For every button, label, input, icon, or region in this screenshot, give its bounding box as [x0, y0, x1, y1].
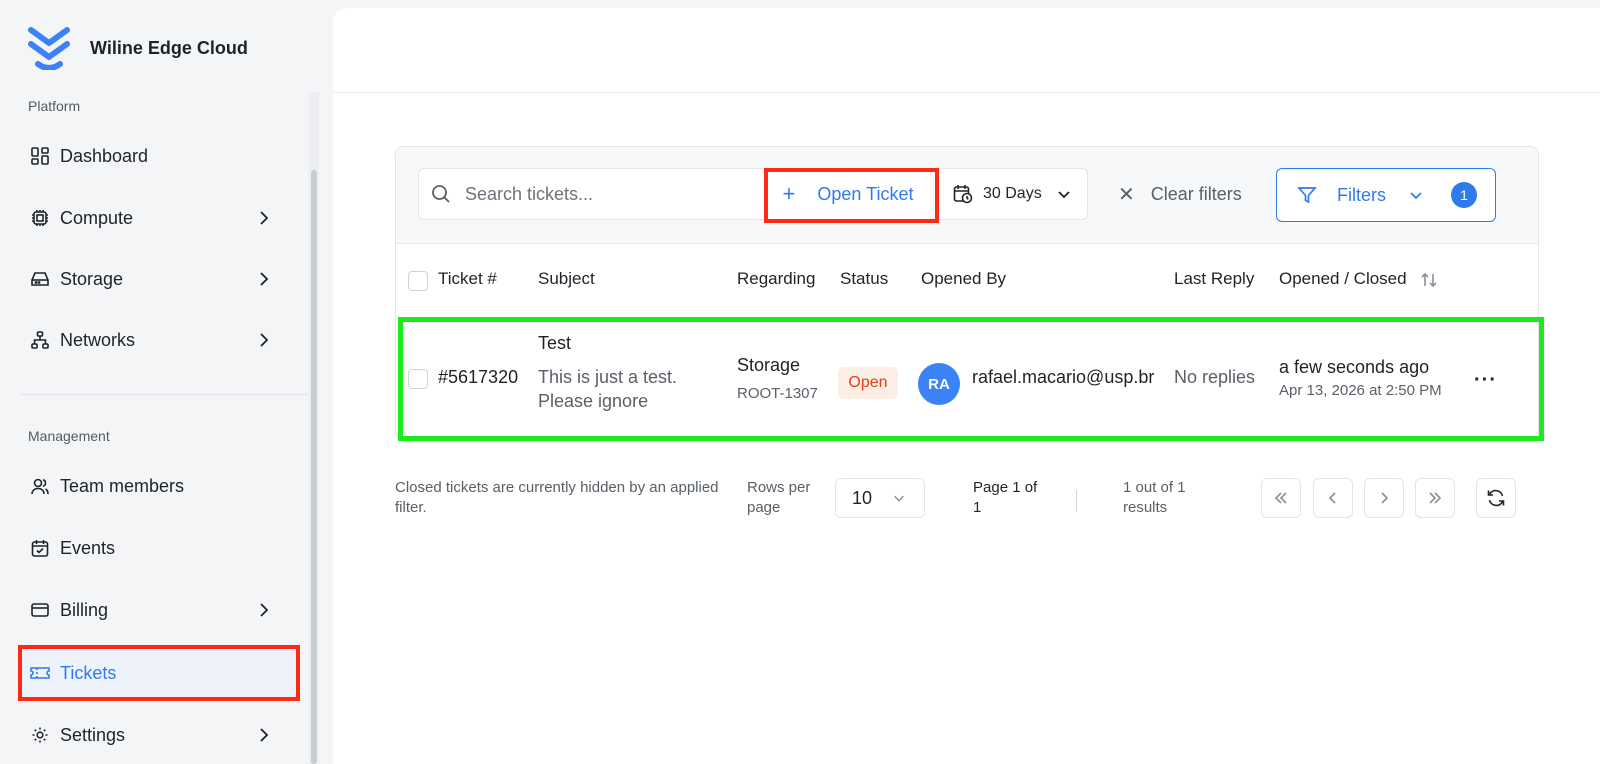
- close-icon: ✕: [1118, 183, 1135, 206]
- filters-count-badge: 1: [1451, 182, 1477, 208]
- search-icon: [432, 185, 450, 203]
- rows-per-page-label: Rows per page: [747, 478, 810, 518]
- sidebar-item-team-members[interactable]: Team members: [20, 461, 300, 511]
- sidebar-divider: [20, 394, 308, 395]
- highlight-ticket-row: [398, 317, 1544, 441]
- sidebar-item-dashboard[interactable]: Dashboard: [20, 131, 300, 181]
- calendar-check-icon: [30, 538, 50, 558]
- last-page-button[interactable]: [1415, 478, 1455, 518]
- table-header: Ticket # Subject Regarding Status Opened…: [396, 243, 1538, 317]
- date-range-select[interactable]: 30 Days: [936, 168, 1088, 220]
- hidden-tickets-note-line-1: Closed tickets are currently hidden by a…: [395, 479, 719, 496]
- sidebar-item-label: Settings: [60, 724, 126, 745]
- sidebar-item-label: Billing: [60, 599, 109, 620]
- sidebar-item-storage[interactable]: Storage: [20, 254, 300, 304]
- credit-card-icon: [30, 600, 50, 620]
- users-icon: [30, 476, 50, 496]
- sidebar-item-compute[interactable]: Compute: [20, 193, 300, 243]
- highlight-open-ticket: [764, 168, 939, 223]
- header-opened-closed-label: Opened / Closed: [1279, 269, 1407, 288]
- header-opened-closed[interactable]: Opened / Closed: [1279, 269, 1439, 290]
- filters-button[interactable]: Filters 1: [1276, 168, 1496, 222]
- results-count-line-1: 1 out of 1: [1123, 479, 1186, 496]
- network-icon: [30, 330, 50, 350]
- gear-icon: [30, 725, 50, 745]
- chevron-right-icon: [260, 603, 269, 617]
- brand-name: Wiline Edge Cloud: [90, 37, 248, 58]
- filters-label: Filters: [1337, 184, 1386, 205]
- search-box: [418, 168, 774, 220]
- sidebar-item-label: Compute: [60, 207, 134, 228]
- chevron-right-icon: [1381, 492, 1389, 504]
- highlight-tickets-nav: [18, 645, 300, 701]
- hard-drive-icon: [30, 269, 50, 289]
- header-last-reply: Last Reply: [1174, 269, 1255, 288]
- page-indicator: Page 1 of 1: [973, 478, 1037, 518]
- cpu-icon: [30, 208, 50, 228]
- clear-filters-label: Clear filters: [1150, 183, 1242, 204]
- pagination-separator: [1076, 490, 1077, 512]
- management-section-label: Management: [28, 428, 110, 444]
- sidebar-scrollbar-thumb[interactable]: [311, 170, 317, 764]
- search-input[interactable]: [463, 182, 757, 206]
- hidden-tickets-note: Closed tickets are currently hidden by a…: [395, 478, 719, 518]
- sidebar-item-label: Networks: [60, 329, 136, 350]
- header-opened-by: Opened By: [921, 269, 1007, 288]
- wiline-logo-icon: [28, 27, 70, 70]
- results-count: 1 out of 1 results: [1123, 478, 1186, 518]
- platform-section-label: Platform: [28, 98, 81, 114]
- page-indicator-line-2: 1: [973, 499, 982, 516]
- hidden-tickets-note-line-2: filter.: [395, 499, 427, 516]
- filter-icon: [1297, 187, 1317, 204]
- sidebar-item-events[interactable]: Events: [20, 523, 300, 573]
- header-subject: Subject: [538, 269, 595, 288]
- header-status: Status: [840, 269, 889, 288]
- header-ticket: Ticket #: [438, 269, 497, 288]
- sidebar-item-networks[interactable]: Networks: [20, 315, 300, 365]
- rows-per-page-label-line-1: Rows per: [747, 479, 811, 496]
- page-indicator-line-1: Page 1 of: [973, 479, 1038, 496]
- sidebar-item-label: Events: [60, 537, 116, 558]
- chevron-down-icon: [1410, 192, 1422, 200]
- select-all-checkbox[interactable]: [408, 271, 428, 291]
- chevrons-left-icon: [1274, 492, 1287, 504]
- rows-per-page-value: 10: [852, 487, 873, 508]
- calendar-clock-icon: [953, 185, 973, 204]
- rows-per-page-select[interactable]: 10: [835, 478, 925, 518]
- sidebar-item-label: Team members: [60, 475, 185, 496]
- chevron-right-icon: [260, 272, 269, 286]
- sort-icon: [1421, 272, 1437, 287]
- chevrons-right-icon: [1429, 492, 1442, 504]
- sidebar-item-label: Dashboard: [60, 145, 149, 166]
- tickets-toolbar: + Open Ticket 30 Days ✕ Clear filters Fi…: [396, 147, 1538, 244]
- sidebar-item-label: Storage: [60, 268, 124, 289]
- refresh-button[interactable]: [1476, 478, 1516, 518]
- chevron-down-icon: [894, 495, 904, 502]
- previous-page-button[interactable]: [1313, 478, 1353, 518]
- header-regarding: Regarding: [737, 269, 816, 288]
- first-page-button[interactable]: [1261, 478, 1301, 518]
- date-range-label: 30 Days: [983, 185, 1042, 202]
- chevron-left-icon: [1328, 492, 1336, 504]
- main-header: [333, 8, 1600, 93]
- sidebar-item-settings[interactable]: Settings: [20, 710, 300, 760]
- dashboard-icon: [30, 146, 50, 166]
- rows-per-page-label-line-2: page: [747, 499, 781, 516]
- sidebar-item-billing[interactable]: Billing: [20, 585, 300, 635]
- results-count-line-2: results: [1123, 499, 1168, 516]
- chevron-right-icon: [260, 333, 269, 347]
- clear-filters-button[interactable]: ✕ Clear filters: [1118, 168, 1242, 220]
- brand[interactable]: Wiline Edge Cloud: [28, 26, 248, 70]
- chevron-right-icon: [260, 728, 269, 742]
- chevron-down-icon: [1058, 191, 1070, 199]
- chevron-right-icon: [260, 211, 269, 225]
- refresh-icon: [1487, 489, 1505, 507]
- next-page-button[interactable]: [1364, 478, 1404, 518]
